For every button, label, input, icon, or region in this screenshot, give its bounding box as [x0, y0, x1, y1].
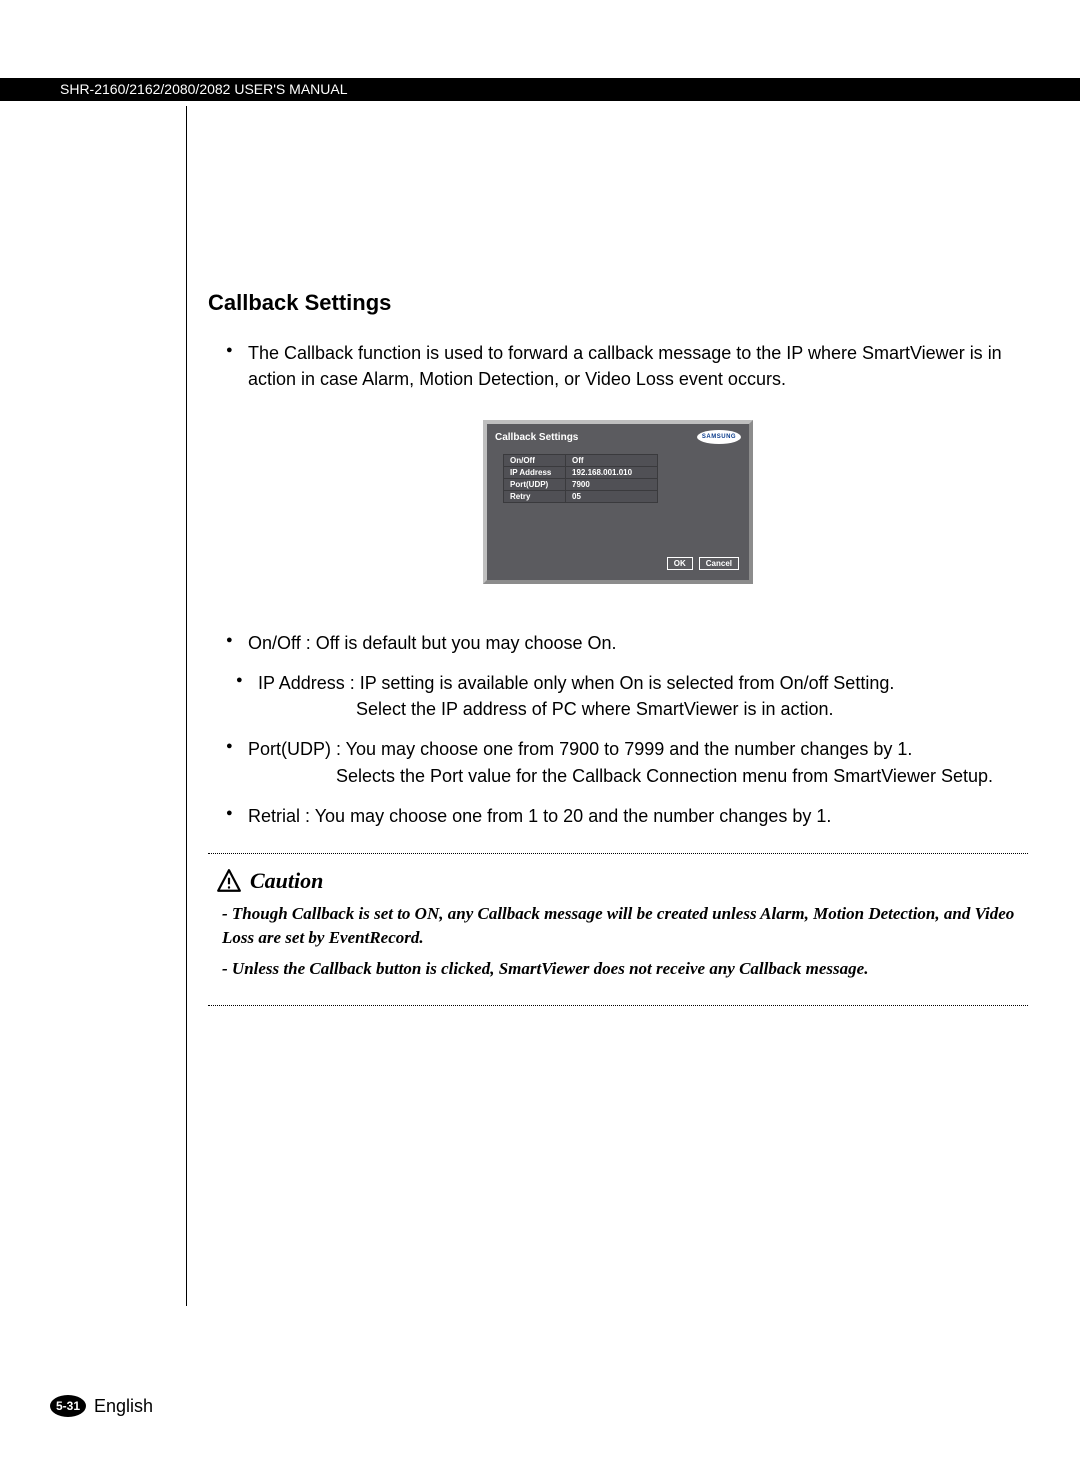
row-label: On/Off: [504, 455, 566, 467]
dotted-divider: [208, 1005, 1028, 1006]
row-label: IP Address: [504, 467, 566, 479]
manual-title: SHR-2160/2162/2080/2082 USER'S MANUAL: [50, 78, 368, 101]
dialog-settings-table: On/Off Off IP Address 192.168.001.010 Po…: [503, 454, 658, 503]
vertical-divider: [186, 106, 187, 1306]
embedded-screenshot: Callback Settings SAMSUNG On/Off Off IP …: [483, 420, 753, 584]
caution-item-1: - Though Callback is set to ON, any Call…: [222, 902, 1028, 950]
page-number-badge: 5-31: [50, 1395, 86, 1417]
section-heading: Callback Settings: [208, 290, 1028, 316]
cancel-button[interactable]: Cancel: [699, 557, 739, 570]
samsung-logo: SAMSUNG: [697, 430, 741, 444]
dialog-title: Callback Settings: [495, 432, 578, 443]
row-value[interactable]: 7900: [566, 479, 658, 491]
bullet-ip: IP Address : IP setting is available onl…: [236, 670, 1028, 722]
bullet-ip-line2: Select the IP address of PC where SmartV…: [258, 696, 1028, 722]
bullet-port: Port(UDP) : You may choose one from 7900…: [226, 736, 1028, 788]
footer-language: English: [94, 1396, 153, 1417]
page-footer: 5-31 English: [50, 1395, 153, 1417]
row-value[interactable]: Off: [566, 455, 658, 467]
table-row: Port(UDP) 7900: [504, 479, 658, 491]
dialog-header: Callback Settings SAMSUNG: [487, 424, 749, 448]
page-content: Callback Settings The Callback function …: [208, 290, 1028, 1020]
bullet-retrial: Retrial : You may choose one from 1 to 2…: [226, 803, 1028, 829]
bullet-port-line1: Port(UDP) : You may choose one from 7900…: [248, 739, 912, 759]
dotted-divider: [208, 853, 1028, 854]
row-label: Port(UDP): [504, 479, 566, 491]
caution-body: - Though Callback is set to ON, any Call…: [222, 902, 1028, 981]
row-value[interactable]: 05: [566, 491, 658, 503]
caution-label: Caution: [250, 868, 323, 894]
row-label: Retry: [504, 491, 566, 503]
row-value[interactable]: 192.168.001.010: [566, 467, 658, 479]
callback-settings-dialog: Callback Settings SAMSUNG On/Off Off IP …: [483, 420, 753, 584]
intro-bullet: The Callback function is used to forward…: [226, 340, 1028, 392]
table-row: Retry 05: [504, 491, 658, 503]
bullet-onoff: On/Off : Off is default but you may choo…: [226, 630, 1028, 656]
caution-item-2: - Unless the Callback button is clicked,…: [222, 957, 1028, 981]
caution-heading: Caution: [216, 868, 1028, 894]
intro-list: The Callback function is used to forward…: [226, 340, 1028, 392]
details-list: On/Off : Off is default but you may choo…: [226, 630, 1028, 829]
ok-button[interactable]: OK: [667, 557, 693, 570]
dialog-button-row: OK Cancel: [497, 557, 739, 570]
bullet-ip-line1: IP Address : IP setting is available onl…: [258, 673, 894, 693]
table-row: IP Address 192.168.001.010: [504, 467, 658, 479]
table-row: On/Off Off: [504, 455, 658, 467]
bullet-port-line2: Selects the Port value for the Callback …: [248, 763, 1028, 789]
warning-icon: [216, 868, 242, 894]
